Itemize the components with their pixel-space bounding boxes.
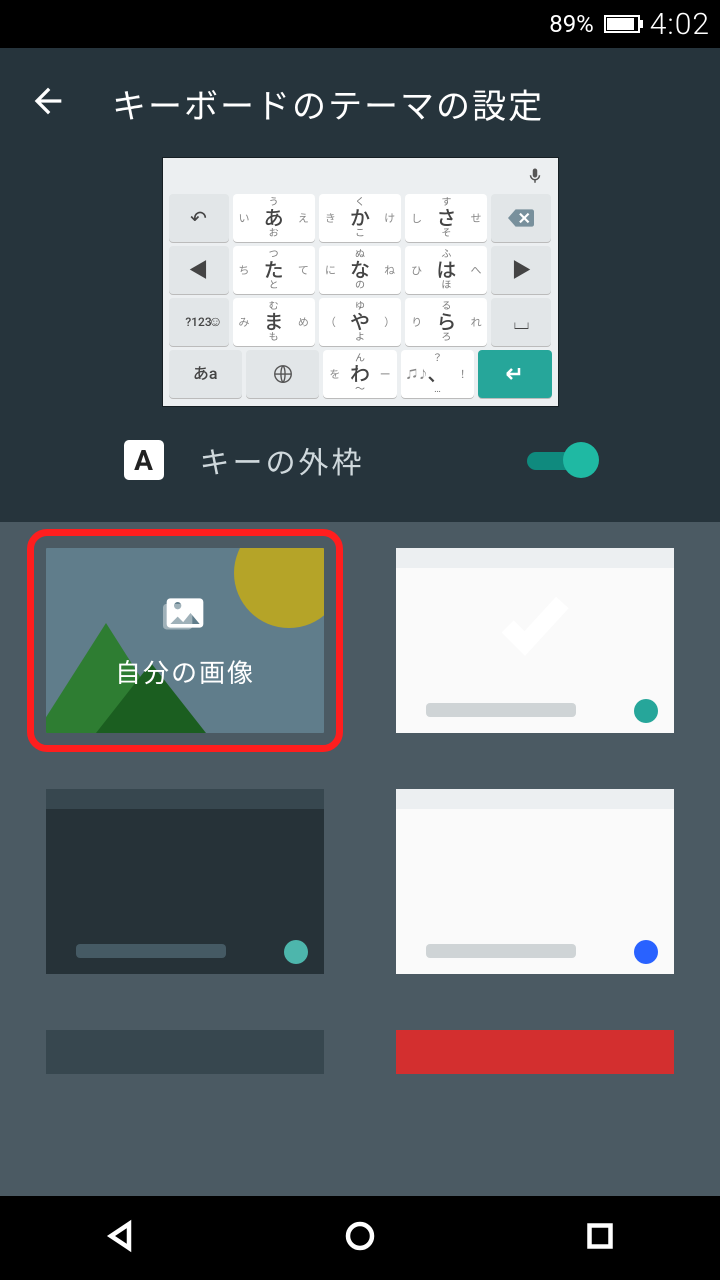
- app-header: キーボードのテーマの設定: [0, 48, 720, 158]
- theme-red[interactable]: [396, 1030, 674, 1074]
- key-sa: すしさせそ: [405, 194, 487, 242]
- system-nav-bar: [0, 1196, 720, 1280]
- key-right: ▶: [491, 246, 551, 294]
- status-bar: 89% 4:02: [0, 0, 720, 48]
- key-border-label: キーの外枠: [200, 438, 365, 482]
- key-enter: [478, 350, 551, 398]
- back-button[interactable]: [28, 81, 68, 125]
- key-ka: くきかけこ: [319, 194, 401, 242]
- key-border-setting-row: A キーの外枠: [0, 434, 720, 522]
- key-ya: ゆ（や）よ: [319, 298, 401, 346]
- keyboard-preview: ↶ ういあえお くきかけこ すしさせそ ◀ つちたてと ぬになねの ふひはへほ …: [0, 158, 720, 434]
- key-na: ぬになねの: [319, 246, 401, 294]
- key-border-switch[interactable]: [527, 442, 597, 478]
- key-ta: つちたてと: [233, 246, 315, 294]
- key-symbols: ?123☺: [169, 298, 229, 346]
- page-title: キーボードのテーマの設定: [112, 79, 544, 128]
- key-left: ◀: [169, 246, 229, 294]
- key-a: ういあえお: [233, 194, 315, 242]
- keyboard-mic-icon: [163, 158, 558, 194]
- theme-custom-image[interactable]: 自分の画像: [46, 548, 324, 733]
- battery-icon: [604, 15, 640, 33]
- battery-percentage: 89%: [549, 10, 594, 38]
- key-space: ⌴: [491, 298, 551, 346]
- nav-recent-button[interactable]: [582, 1218, 618, 1258]
- a-badge-icon: A: [124, 440, 164, 480]
- key-wa: んをわー〜: [323, 350, 396, 398]
- key-backspace: [491, 194, 551, 242]
- theme-custom-image-label: 自分の画像: [115, 653, 255, 690]
- key-ha: ふひはへほ: [405, 246, 487, 294]
- theme-dark[interactable]: [46, 789, 324, 974]
- nav-home-button[interactable]: [342, 1218, 378, 1258]
- theme-gray[interactable]: [46, 1030, 324, 1074]
- key-ra: るりられろ: [405, 298, 487, 346]
- key-ma: むみまめも: [233, 298, 315, 346]
- key-undo: ↶: [169, 194, 229, 242]
- theme-grid: 自分の画像: [0, 522, 720, 1196]
- status-clock: 4:02: [650, 7, 710, 42]
- key-aa-mode: あa: [169, 350, 242, 398]
- nav-back-button[interactable]: [102, 1218, 138, 1258]
- key-globe: [246, 350, 319, 398]
- theme-light-blue[interactable]: [396, 789, 674, 974]
- image-icon: [163, 591, 207, 639]
- theme-light-selected[interactable]: [396, 548, 674, 733]
- key-punct: ？♫♪、！…: [401, 350, 474, 398]
